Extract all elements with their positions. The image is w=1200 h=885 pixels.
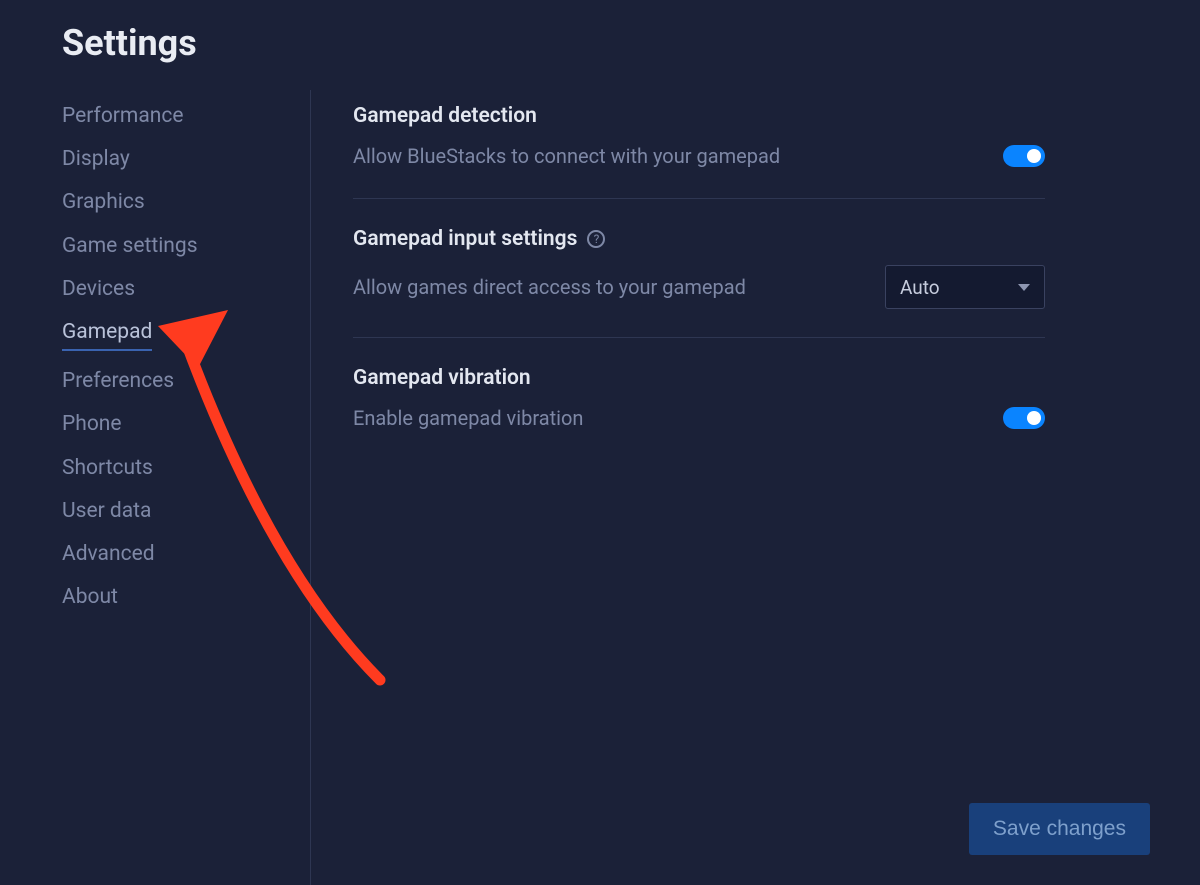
sidebar-item-user-data[interactable]: User data [62,499,151,524]
toggle-gamepad-detection[interactable] [1003,145,1045,167]
select-value: Auto [900,276,940,299]
save-changes-button[interactable]: Save changes [969,803,1150,855]
sidebar-item-graphics[interactable]: Graphics [62,190,145,215]
chevron-down-icon [1018,284,1030,291]
sidebar-item-advanced[interactable]: Advanced [62,542,155,567]
section-title-detection: Gamepad detection [353,104,1045,128]
section-gamepad-input: Gamepad input settings ? Allow games dir… [353,227,1045,338]
toggle-gamepad-vibration[interactable] [1003,407,1045,429]
help-icon[interactable]: ? [587,230,605,248]
sidebar-item-shortcuts[interactable]: Shortcuts [62,456,153,481]
section-gamepad-detection: Gamepad detection Allow BlueStacks to co… [353,104,1045,199]
sidebar: Performance Display Graphics Game settin… [0,104,310,610]
sidebar-item-gamepad[interactable]: Gamepad [62,320,152,351]
page-title: Settings [0,0,1200,64]
section-title-input-text: Gamepad input settings [353,227,577,251]
sidebar-item-phone[interactable]: Phone [62,412,122,437]
sidebar-item-about[interactable]: About [62,585,118,610]
section-desc-vibration: Enable gamepad vibration [353,404,583,432]
sidebar-item-preferences[interactable]: Preferences [62,369,174,394]
select-gamepad-access[interactable]: Auto [885,265,1045,309]
sidebar-item-devices[interactable]: Devices [62,277,135,302]
section-desc-input: Allow games direct access to your gamepa… [353,273,746,301]
vertical-divider [310,90,311,885]
main-container: Performance Display Graphics Game settin… [0,64,1200,610]
section-title-input: Gamepad input settings ? [353,227,1045,251]
section-title-vibration: Gamepad vibration [353,366,1045,390]
section-gamepad-vibration: Gamepad vibration Enable gamepad vibrati… [353,366,1045,460]
sidebar-item-display[interactable]: Display [62,147,130,172]
sidebar-item-performance[interactable]: Performance [62,104,183,129]
sidebar-item-game-settings[interactable]: Game settings [62,234,198,259]
section-desc-detection: Allow BlueStacks to connect with your ga… [353,142,780,170]
content-panel: Gamepad detection Allow BlueStacks to co… [310,104,1200,610]
